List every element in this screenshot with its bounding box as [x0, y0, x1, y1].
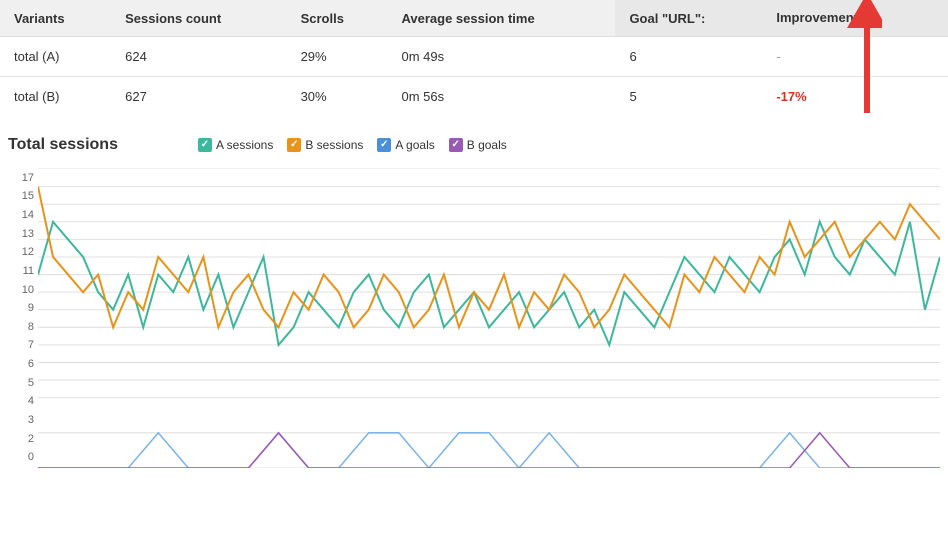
legend-b-sessions: ✓ B sessions — [287, 138, 363, 152]
chart-section: Total sessions ✓ A sessions ✓ B sessions… — [0, 136, 948, 468]
info-icon: i — [866, 12, 880, 26]
legend-a-sessions: ✓ A sessions — [198, 138, 273, 152]
cell-improvement-b: -17% — [762, 76, 948, 116]
cell-sessions-b: 627 — [111, 76, 286, 116]
cell-goal-a: 6 — [615, 36, 762, 76]
cell-improvement-a: - — [762, 36, 948, 76]
table-row: total (B) 627 30% 0m 56s 5 -17% — [0, 76, 948, 116]
cell-avg-time-b: 0m 56s — [387, 76, 615, 116]
legend-check-a-goals: ✓ — [377, 138, 391, 152]
legend-a-goals: ✓ A goals — [377, 138, 434, 152]
cell-scrolls-a: 29% — [287, 36, 388, 76]
chart-wrapper: 0 2 3 4 5 6 7 8 9 10 11 12 13 14 15 17 — [8, 168, 940, 468]
header-scrolls: Scrolls — [287, 0, 388, 36]
cell-goal-b: 5 — [615, 76, 762, 116]
chart-title: Total sessions — [8, 136, 118, 154]
header-avg-session-time: Average session time — [387, 0, 615, 36]
legend-check-b-sessions: ✓ — [287, 138, 301, 152]
header-goal-url: Goal "URL": — [615, 0, 762, 36]
cell-sessions-a: 624 — [111, 36, 286, 76]
legend-b-goals: ✓ B goals — [449, 138, 507, 152]
variants-table: Variants Sessions count Scrolls Average … — [0, 0, 948, 116]
chart-area — [38, 168, 940, 468]
legend-check-b-goals: ✓ — [449, 138, 463, 152]
chart-svg — [38, 168, 940, 468]
cell-variant-b: total (B) — [0, 76, 111, 116]
header-variants: Variants — [0, 0, 111, 36]
y-axis: 0 2 3 4 5 6 7 8 9 10 11 12 13 14 15 17 — [8, 168, 38, 468]
chart-legend: ✓ A sessions ✓ B sessions ✓ A goals ✓ B … — [198, 138, 507, 152]
legend-check-a-sessions: ✓ — [198, 138, 212, 152]
header-sessions-count: Sessions count — [111, 0, 286, 36]
table-row: total (A) 624 29% 0m 49s 6 - — [0, 36, 948, 76]
line-a-sessions — [38, 221, 940, 344]
cell-avg-time-a: 0m 49s — [387, 36, 615, 76]
cell-variant-a: total (A) — [0, 36, 111, 76]
header-improvement: Improvement i — [762, 0, 948, 36]
cell-scrolls-b: 30% — [287, 76, 388, 116]
